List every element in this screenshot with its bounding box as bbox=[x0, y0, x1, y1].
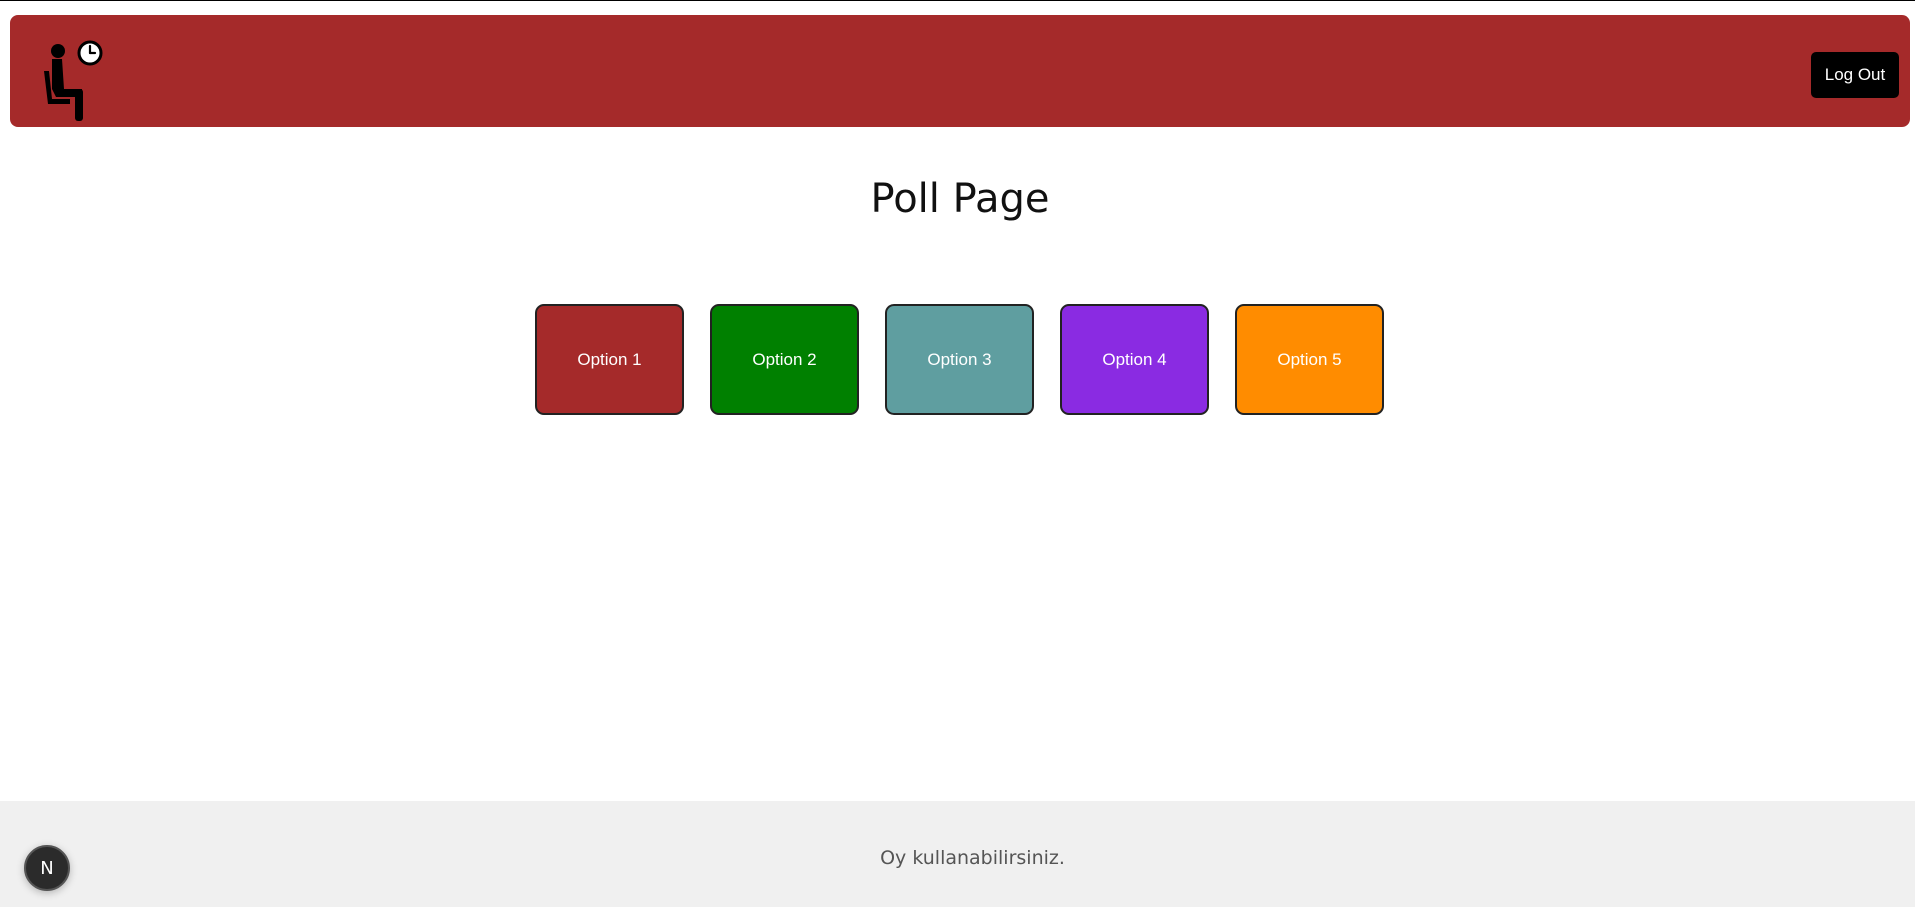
option-2-button[interactable]: Option 2 bbox=[710, 304, 859, 415]
option-1-button[interactable]: Option 1 bbox=[535, 304, 684, 415]
footer: Oy kullanabilirsiniz. bbox=[0, 801, 1915, 907]
dev-badge-label: N bbox=[40, 857, 54, 879]
logout-button[interactable]: Log Out bbox=[1811, 52, 1899, 98]
page-title: Poll Page bbox=[870, 176, 1050, 222]
footer-text: Oy kullanabilirsiniz. bbox=[880, 847, 1065, 869]
waiting-person-with-clock-icon bbox=[30, 27, 110, 122]
option-5-button[interactable]: Option 5 bbox=[1235, 304, 1384, 415]
top-header: Log Out bbox=[10, 15, 1910, 127]
nextjs-icon[interactable]: N bbox=[24, 845, 70, 891]
top-border bbox=[0, 0, 1915, 1]
option-4-button[interactable]: Option 4 bbox=[1060, 304, 1209, 415]
option-3-button[interactable]: Option 3 bbox=[885, 304, 1034, 415]
poll-options: Option 1 Option 2 Option 3 Option 4 Opti… bbox=[535, 304, 1384, 415]
